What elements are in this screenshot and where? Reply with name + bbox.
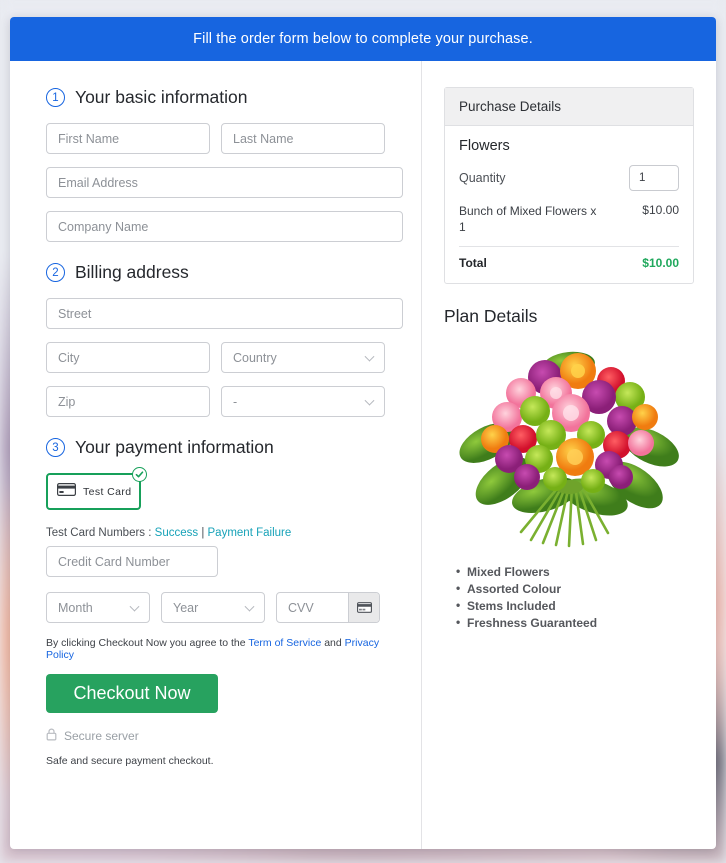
purchase-details-title: Purchase Details <box>445 88 693 126</box>
section-heading-payment-information: 3 Your payment information <box>46 437 403 458</box>
checkout-card: Fill the order form below to complete yo… <box>10 17 716 849</box>
expiry-month-select[interactable]: Month <box>46 592 150 623</box>
first-name-input[interactable]: First Name <box>46 123 210 154</box>
lock-icon <box>46 728 57 744</box>
company-name-input[interactable]: Company Name <box>46 211 403 242</box>
secure-server-label: Secure server <box>64 729 139 743</box>
list-item: Stems Included <box>456 597 694 615</box>
purchase-details-panel: Purchase Details Flowers Quantity Bunch … <box>444 87 694 285</box>
cvv-input[interactable]: CVV <box>276 592 380 623</box>
zip-input[interactable]: Zip <box>46 386 210 417</box>
section-heading-basic-information: 1 Your basic information <box>46 87 403 108</box>
total-row: Total $10.00 <box>459 256 679 270</box>
test-card-success-link[interactable]: Success <box>155 527 198 539</box>
plan-feature-list: Mixed Flowers Assorted Colour Stems Incl… <box>444 563 694 632</box>
credit-card-number-input[interactable]: Credit Card Number <box>46 546 218 577</box>
quantity-row: Quantity <box>459 165 679 191</box>
product-name: Flowers <box>459 138 510 154</box>
name-row: First Name Last Name <box>46 123 403 154</box>
credit-card-icon <box>348 593 379 622</box>
check-circle-icon <box>132 467 147 482</box>
chevron-down-icon <box>364 395 375 406</box>
last-name-input[interactable]: Last Name <box>221 123 385 154</box>
email-row: Email Address <box>46 167 403 198</box>
test-card-label: Test Card <box>83 485 132 498</box>
list-item: Mixed Flowers <box>456 563 694 581</box>
list-item: Assorted Colour <box>456 580 694 598</box>
chevron-down-icon <box>364 351 375 362</box>
terms-agreement-text: By clicking Checkout Now you agree to th… <box>46 637 403 661</box>
card-body: 1 Your basic information First Name Last… <box>10 61 716 849</box>
test-card-numbers-line: Test Card Numbers : Success | Payment Fa… <box>46 527 403 539</box>
total-amount: $10.00 <box>642 256 679 271</box>
summary-column: Purchase Details Flowers Quantity Bunch … <box>422 61 716 849</box>
term-of-service-link[interactable]: Term of Service <box>248 637 321 649</box>
section-title-billing-address: Billing address <box>75 262 189 282</box>
country-select[interactable]: Country <box>221 342 385 373</box>
company-row: Company Name <box>46 211 403 242</box>
quantity-label: Quantity <box>459 171 506 185</box>
country-select-value: Country <box>233 350 277 365</box>
section-heading-billing-address: 2 Billing address <box>46 262 403 283</box>
list-item: Freshness Guaranteed <box>456 614 694 632</box>
section-title-basic-information: Your basic information <box>75 87 248 107</box>
test-card-numbers-label: Test Card Numbers : <box>46 527 155 539</box>
order-form-column: 1 Your basic information First Name Last… <box>10 61 422 849</box>
safe-checkout-note: Safe and secure payment checkout. <box>46 755 214 767</box>
quantity-input[interactable] <box>629 165 679 191</box>
header-banner: Fill the order form below to complete yo… <box>10 17 716 61</box>
banner-text: Fill the order form below to complete yo… <box>193 31 533 47</box>
credit-card-icon <box>57 482 76 501</box>
expiry-year-select[interactable]: Year <box>161 592 265 623</box>
zip-state-row: Zip - <box>46 386 403 417</box>
test-card-payment-method-option[interactable]: Test Card <box>46 467 147 510</box>
state-select[interactable]: - <box>221 386 385 417</box>
chevron-down-icon <box>129 601 140 612</box>
step-number-2: 2 <box>46 263 65 282</box>
expiry-month-value: Month <box>58 600 93 615</box>
city-input[interactable]: City <box>46 342 210 373</box>
checkout-now-button[interactable]: Checkout Now <box>46 674 218 713</box>
terms-prefix: By clicking Checkout Now you agree to th… <box>46 637 249 649</box>
state-select-value: - <box>233 394 238 409</box>
email-input[interactable]: Email Address <box>46 167 403 198</box>
street-row: Street <box>46 298 403 329</box>
expiry-year-value: Year <box>173 600 199 615</box>
secure-server-note: Secure server <box>46 728 403 744</box>
line-item-name: Bunch of Mixed Flowers x 1 <box>459 204 597 235</box>
city-country-row: City Country <box>46 342 403 373</box>
street-input[interactable]: Street <box>46 298 403 329</box>
cvv-placeholder: CVV <box>288 600 314 615</box>
step-number-1: 1 <box>46 88 65 107</box>
purchase-details-body: Flowers Quantity Bunch of Mixed Flowers … <box>445 126 693 283</box>
plan-details-title: Plan Details <box>444 306 538 327</box>
terms-middle: and <box>321 637 345 649</box>
expiry-cvv-row: Month Year CVV <box>46 592 403 623</box>
bouquet-of-mixed-flowers-image <box>459 352 679 548</box>
credit-card-number-row: Credit Card Number <box>46 546 403 577</box>
total-label: Total <box>459 256 487 271</box>
test-card-link-separator: | <box>198 527 208 539</box>
chevron-down-icon <box>244 601 255 612</box>
test-card-payment-failure-link[interactable]: Payment Failure <box>208 527 292 539</box>
section-title-payment-information: Your payment information <box>75 437 274 457</box>
step-number-3: 3 <box>46 438 65 457</box>
line-item-row: Bunch of Mixed Flowers x 1 $10.00 <box>459 203 679 248</box>
line-item-amount: $10.00 <box>642 203 679 217</box>
